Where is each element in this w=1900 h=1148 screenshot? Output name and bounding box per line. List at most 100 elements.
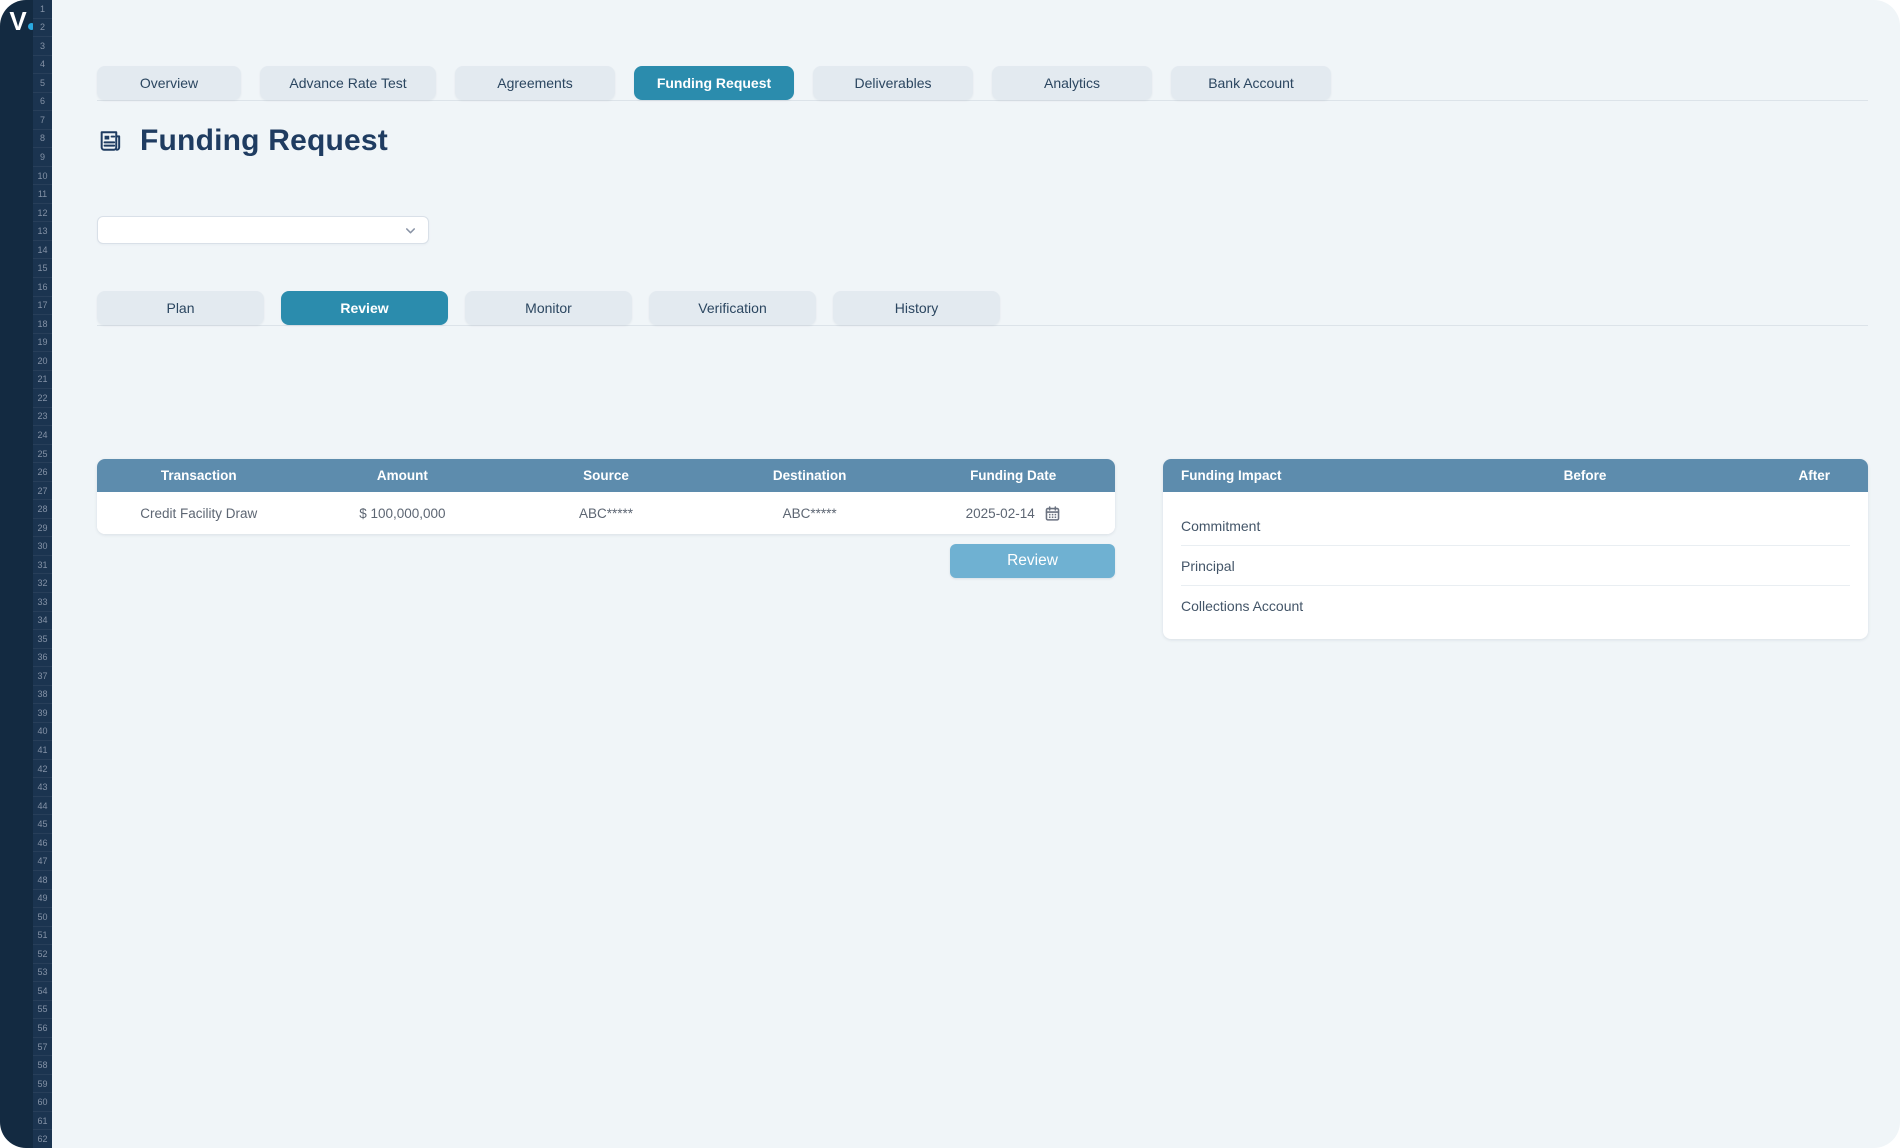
- line-number: 41: [33, 741, 52, 760]
- line-number: 37: [33, 667, 52, 686]
- impact-label: Principal: [1181, 558, 1460, 574]
- cell-destination: ABC*****: [708, 506, 912, 521]
- page-header: Funding Request: [97, 119, 1868, 163]
- line-number: 3: [33, 37, 52, 56]
- funding-impact-body: Commitment Principal Collections Account: [1163, 492, 1868, 639]
- line-number: 24: [33, 426, 52, 445]
- tab-bank-account[interactable]: Bank Account: [1171, 66, 1331, 100]
- line-number: 15: [33, 259, 52, 278]
- line-number: 45: [33, 815, 52, 834]
- line-number: 47: [33, 852, 52, 871]
- line-number: 33: [33, 593, 52, 612]
- tab-analytics[interactable]: Analytics: [992, 66, 1152, 100]
- col-amount: Amount: [301, 468, 505, 483]
- line-number: 61: [33, 1112, 52, 1131]
- cell-funding-date: 2025-02-14: [911, 505, 1115, 522]
- line-number: 21: [33, 371, 52, 390]
- impact-row-principal: Principal: [1181, 546, 1850, 586]
- col-funding-date: Funding Date: [911, 468, 1115, 483]
- line-number: 5: [33, 74, 52, 93]
- tab-agreements[interactable]: Agreements: [455, 66, 615, 100]
- line-number: 18: [33, 315, 52, 334]
- content-row: Transaction Amount Source Destination Fu…: [97, 459, 1868, 639]
- line-number: 42: [33, 760, 52, 779]
- line-number: 59: [33, 1075, 52, 1094]
- line-number: 39: [33, 704, 52, 723]
- line-number: 56: [33, 1019, 52, 1038]
- line-number: 49: [33, 890, 52, 909]
- line-number: 46: [33, 834, 52, 853]
- line-number: 20: [33, 352, 52, 371]
- funding-impact-section: Funding Impact Before After Commitment P…: [1163, 459, 1868, 639]
- line-number: 9: [33, 148, 52, 167]
- subtab-monitor[interactable]: Monitor: [465, 291, 632, 325]
- newspaper-icon: [97, 127, 125, 155]
- calendar-icon[interactable]: [1044, 505, 1061, 522]
- tab-overview[interactable]: Overview: [97, 66, 241, 100]
- line-number: 11: [33, 185, 52, 204]
- funding-impact-header: Funding Impact Before After: [1163, 459, 1868, 492]
- line-number: 23: [33, 408, 52, 427]
- line-number: 16: [33, 278, 52, 297]
- line-number: 26: [33, 463, 52, 482]
- line-number: 25: [33, 445, 52, 464]
- app-window: V 12345678910111213141516171819202122232…: [0, 0, 1900, 1148]
- funding-table-section: Transaction Amount Source Destination Fu…: [97, 459, 1115, 578]
- line-number: 52: [33, 945, 52, 964]
- funding-request-select[interactable]: [97, 216, 429, 244]
- impact-row-collections-account: Collections Account: [1181, 586, 1850, 625]
- page-title: Funding Request: [140, 124, 388, 158]
- funding-date-value: 2025-02-14: [966, 506, 1035, 521]
- line-number: 50: [33, 908, 52, 927]
- left-sidebar: V 12345678910111213141516171819202122232…: [0, 0, 52, 1148]
- funding-impact-table: Funding Impact Before After Commitment P…: [1163, 459, 1868, 639]
- line-number: 38: [33, 686, 52, 705]
- line-number: 44: [33, 797, 52, 816]
- col-funding-impact: Funding Impact: [1181, 468, 1460, 483]
- line-number: 48: [33, 871, 52, 890]
- line-number: 55: [33, 1001, 52, 1020]
- subtab-review[interactable]: Review: [281, 291, 448, 325]
- tab-funding-request[interactable]: Funding Request: [634, 66, 794, 100]
- line-number: 53: [33, 964, 52, 983]
- main-area: Overview Advance Rate Test Agreements Fu…: [52, 0, 1900, 1148]
- line-number: 2: [33, 19, 52, 38]
- brand-logo-letter: V: [9, 6, 26, 36]
- subtab-history[interactable]: History: [833, 291, 1000, 325]
- line-number: 40: [33, 723, 52, 742]
- line-number: 1: [33, 0, 52, 19]
- line-number: 13: [33, 222, 52, 241]
- cell-amount: $ 100,000,000: [301, 506, 505, 521]
- line-number: 10: [33, 167, 52, 186]
- line-number: 57: [33, 1038, 52, 1057]
- tab-advance-rate-test[interactable]: Advance Rate Test: [260, 66, 436, 100]
- subtab-plan[interactable]: Plan: [97, 291, 264, 325]
- table-row: Credit Facility Draw $ 100,000,000 ABC**…: [97, 492, 1115, 534]
- subtab-verification[interactable]: Verification: [649, 291, 816, 325]
- line-number: 31: [33, 556, 52, 575]
- line-number-gutter: 1234567891011121314151617181920212223242…: [33, 0, 52, 1148]
- tab-deliverables[interactable]: Deliverables: [813, 66, 973, 100]
- cell-transaction: Credit Facility Draw: [97, 506, 301, 521]
- line-number: 30: [33, 537, 52, 556]
- col-transaction: Transaction: [97, 468, 301, 483]
- line-number: 58: [33, 1056, 52, 1075]
- impact-label: Collections Account: [1181, 598, 1460, 614]
- cell-source: ABC*****: [504, 506, 708, 521]
- line-number: 8: [33, 130, 52, 149]
- review-button[interactable]: Review: [950, 544, 1115, 578]
- line-number: 35: [33, 630, 52, 649]
- line-number: 36: [33, 649, 52, 668]
- impact-label: Commitment: [1181, 518, 1460, 534]
- col-destination: Destination: [708, 468, 912, 483]
- impact-row-commitment: Commitment: [1181, 506, 1850, 546]
- funding-table: Transaction Amount Source Destination Fu…: [97, 459, 1115, 534]
- line-number: 62: [33, 1130, 52, 1148]
- line-number: 51: [33, 927, 52, 946]
- line-number: 14: [33, 241, 52, 260]
- col-after: After: [1710, 468, 1850, 483]
- col-before: Before: [1460, 468, 1710, 483]
- line-number: 29: [33, 519, 52, 538]
- line-number: 32: [33, 574, 52, 593]
- line-number: 6: [33, 93, 52, 112]
